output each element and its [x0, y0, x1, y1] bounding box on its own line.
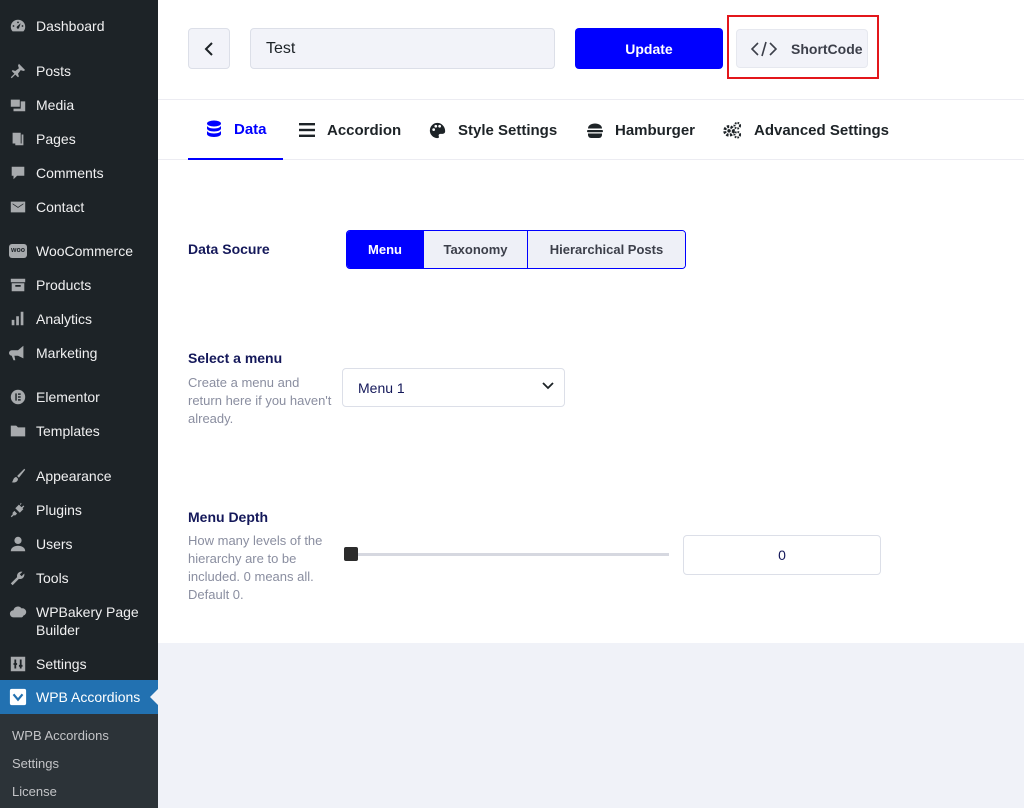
editor-toolbar: Update ShortCode	[158, 0, 1024, 100]
cloud-icon	[8, 603, 28, 621]
data-source-option-hierarchical-posts[interactable]: Hierarchical Posts	[527, 231, 685, 268]
data-source-label: Data Socure	[188, 241, 270, 257]
wrench-icon	[8, 569, 28, 587]
plug-icon	[8, 501, 28, 519]
sidebar-item-label: Media	[36, 97, 75, 113]
elementor-icon	[8, 388, 28, 406]
menu-select[interactable]: Menu 1	[342, 368, 565, 407]
checkbox-icon	[8, 688, 28, 706]
back-button[interactable]	[188, 28, 230, 69]
tab-style-settings[interactable]: Style Settings	[429, 100, 557, 160]
palette-icon	[429, 122, 446, 139]
sidebar-item-label: Templates	[36, 423, 100, 439]
submenu-item-wpb-accordions[interactable]: WPB Accordions	[12, 728, 109, 743]
tab-hamburger[interactable]: Hamburger	[587, 100, 695, 160]
tab-label: Advanced Settings	[754, 121, 890, 139]
sidebar-item-label: Marketing	[36, 345, 98, 361]
chevron-left-icon	[203, 41, 215, 57]
code-icon	[751, 40, 777, 58]
sidebar-item-label: Settings	[36, 656, 87, 672]
database-icon	[206, 120, 222, 138]
gears-icon	[723, 121, 742, 139]
shortcode-label: ShortCode	[791, 40, 863, 57]
tab-label: Accordion	[327, 121, 402, 139]
data-source-option-taxonomy[interactable]: Taxonomy	[423, 231, 527, 268]
active-indicator	[150, 689, 158, 705]
menu-depth-input[interactable]	[683, 535, 881, 575]
folder-icon	[8, 422, 28, 440]
shortcode-highlight-box: ShortCode	[727, 15, 879, 79]
submenu-item-settings[interactable]: Settings	[12, 756, 59, 771]
sidebar-item-label: WooCommerce	[36, 243, 133, 259]
title-input[interactable]	[250, 28, 555, 69]
tab-advanced-settings[interactable]: Advanced Settings	[723, 100, 889, 160]
tab-label: Style Settings	[458, 121, 558, 139]
media-icon	[8, 96, 28, 114]
tab-label: Data	[234, 120, 267, 138]
hamburger-icon	[587, 123, 603, 138]
mail-icon	[8, 198, 28, 216]
list-icon	[299, 123, 315, 137]
select-menu-label: Select a menu	[188, 350, 283, 366]
sidebar-item-label: Users	[36, 536, 73, 552]
admin-sidebar: Dashboard Posts Media Pages Comments Con…	[0, 0, 158, 808]
sidebar-item-label: Tools	[36, 570, 69, 586]
menu-select-value: Menu 1	[358, 379, 405, 396]
bar-chart-icon	[8, 310, 28, 328]
sidebar-item-wpb-accordions[interactable]: WPB Accordions	[0, 680, 158, 714]
shortcode-button[interactable]: ShortCode	[736, 29, 868, 68]
comment-icon	[8, 164, 28, 182]
user-icon	[8, 535, 28, 553]
sidebar-item-label: Contact	[36, 199, 85, 215]
woo-icon: woo	[8, 242, 28, 260]
sidebar-item-label: Comments	[36, 165, 104, 181]
sidebar-item-label: Appearance	[36, 468, 112, 484]
sidebar-submenu: WPB Accordions Settings License	[0, 714, 158, 808]
settings-panel: Update ShortCode Data Accordion Style Se…	[158, 0, 1024, 643]
pages-icon	[8, 130, 28, 148]
dashboard-icon	[8, 17, 28, 35]
settings-tabs: Data Accordion Style Settings Hamburger …	[158, 100, 1024, 160]
menu-depth-slider-track[interactable]	[344, 553, 669, 556]
data-source-selector: Menu Taxonomy Hierarchical Posts	[346, 230, 686, 269]
sidebar-item-label: WPBakery Page Builder	[36, 604, 139, 638]
pin-icon	[8, 62, 28, 80]
menu-depth-description: How many levels of the hierarchy are to …	[188, 533, 323, 602]
sidebar-item-label: Dashboard	[36, 18, 105, 34]
select-menu-description: Create a menu and return here if you hav…	[188, 375, 332, 426]
submenu-item-license[interactable]: License	[12, 784, 57, 799]
megaphone-icon	[8, 344, 28, 362]
sidebar-item-label: Pages	[36, 131, 76, 147]
sidebar-item-label: Plugins	[36, 502, 82, 518]
settings-icon	[8, 655, 28, 673]
menu-depth-label: Menu Depth	[188, 509, 269, 525]
archive-icon	[8, 276, 28, 294]
tab-data[interactable]: Data	[188, 100, 283, 160]
tab-accordion[interactable]: Accordion	[299, 100, 401, 160]
sidebar-item-label: Analytics	[36, 311, 93, 327]
tab-label: Hamburger	[615, 121, 696, 139]
data-source-option-menu[interactable]: Menu	[347, 231, 423, 268]
sidebar-item-label: WPB Accordions	[36, 689, 141, 705]
sidebar-item-label: Products	[36, 277, 92, 293]
sidebar-item-label: Posts	[36, 63, 72, 79]
sidebar-item-label: Elementor	[36, 389, 100, 405]
menu-depth-slider-thumb[interactable]	[344, 547, 358, 561]
brush-icon	[8, 467, 28, 485]
chevron-down-icon	[542, 382, 554, 390]
update-button[interactable]: Update	[575, 28, 723, 69]
